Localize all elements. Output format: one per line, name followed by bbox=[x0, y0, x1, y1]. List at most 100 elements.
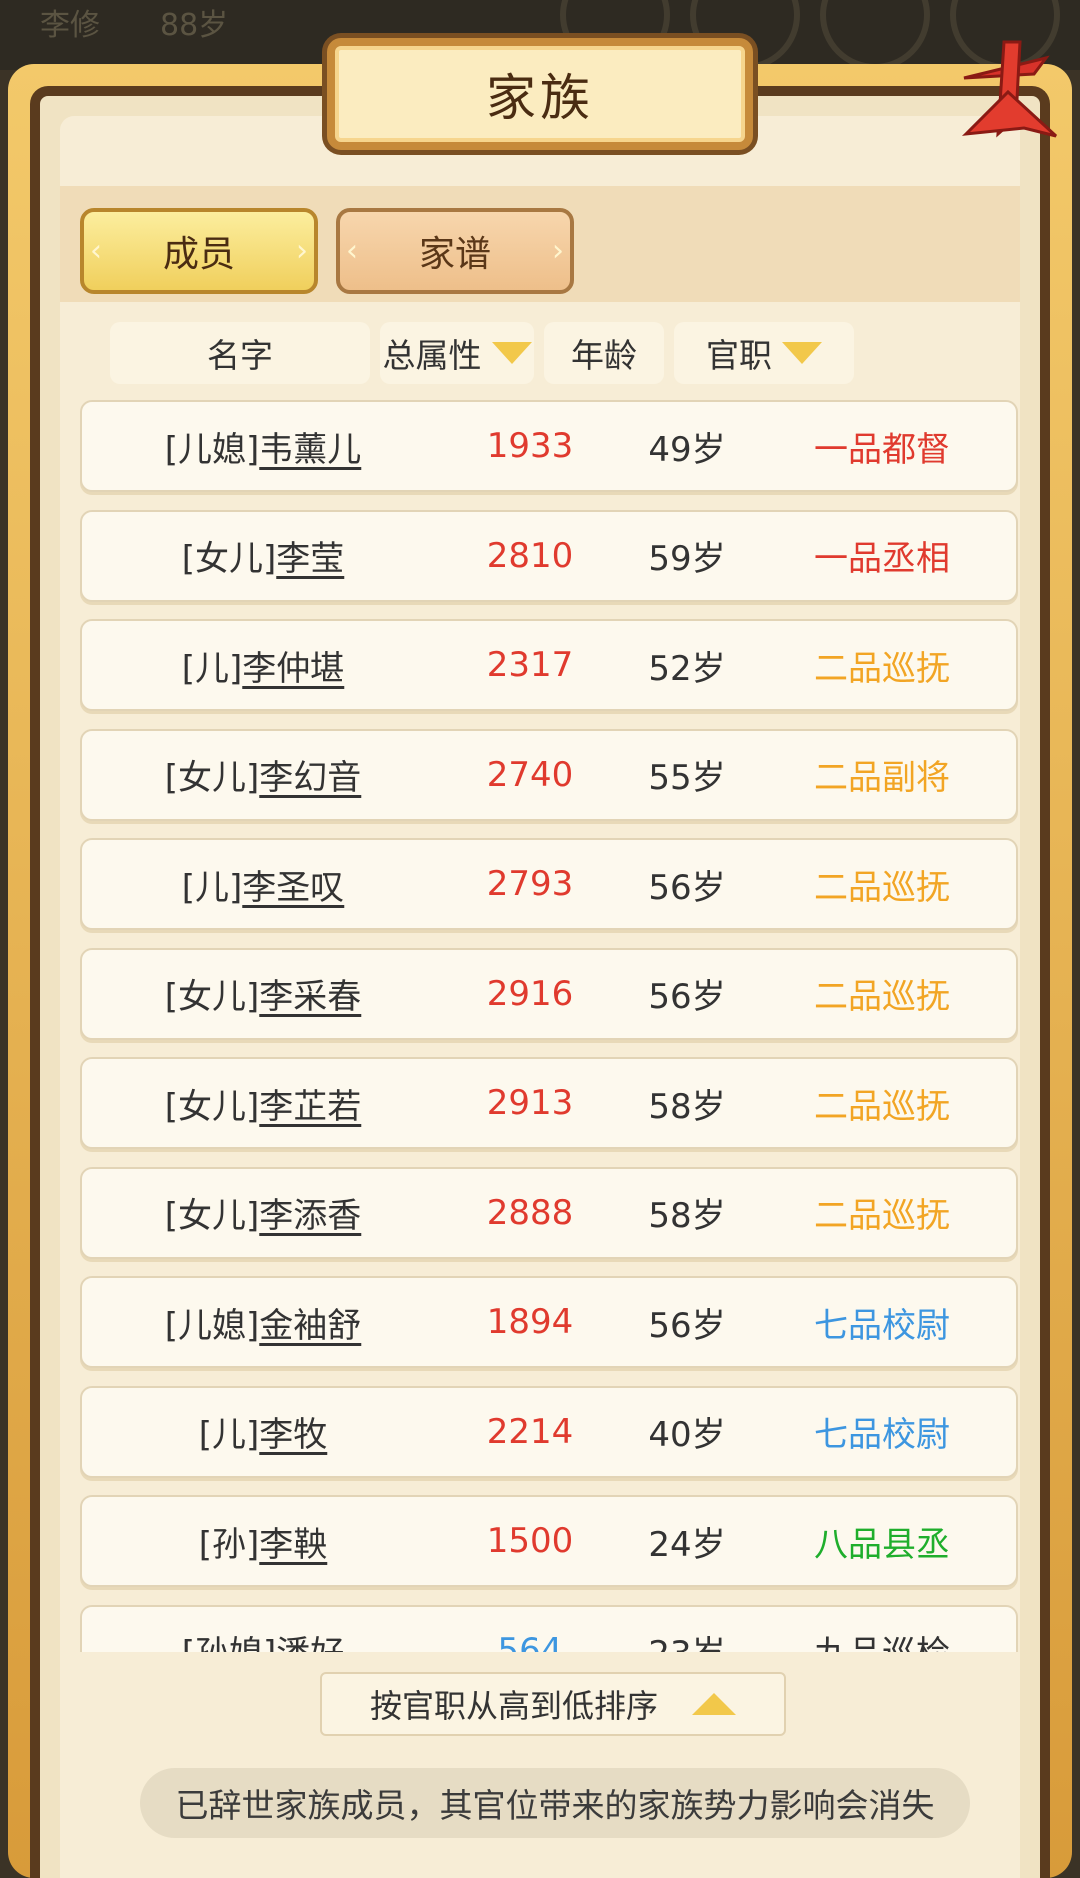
member-name-cell: [女儿] 李芷若 bbox=[82, 1059, 444, 1147]
member-row[interactable]: [儿] 李仲堪 2317 52岁 二品巡抚 bbox=[80, 619, 1018, 711]
tab-genealogy-label: 家谱 bbox=[418, 234, 491, 275]
member-name-cell: [女儿] 李莹 bbox=[82, 512, 444, 600]
sort-down-icon bbox=[491, 342, 532, 364]
member-relation: [孙媳] bbox=[182, 1626, 277, 1652]
member-name-link[interactable]: 李仲堪 bbox=[242, 641, 344, 690]
member-row[interactable]: [孙媳]潘好 564 23岁九品巡检 bbox=[80, 1604, 1018, 1653]
member-name-link[interactable]: 李采春 bbox=[259, 969, 361, 1018]
member-relation: [孙] bbox=[198, 1524, 260, 1565]
member-name-cell: [儿媳] 韦薰儿 bbox=[82, 402, 444, 490]
member-relation: [女儿] bbox=[164, 1196, 260, 1236]
column-header-rank-label: 官职 bbox=[706, 336, 772, 375]
column-header-age: 年龄 bbox=[544, 322, 664, 384]
member-name-link[interactable]: 金袖舒 bbox=[259, 1298, 361, 1347]
notice-bar: 已辞世家族成员，其官位带来的家族势力影响会消失 bbox=[140, 1768, 970, 1838]
title-plaque: 家族 bbox=[327, 38, 753, 150]
member-list[interactable]: [儿媳] 韦薰儿 1933 49岁 一品都督 [女儿] 李莹 2810 59岁 一品丞相 [儿] 李仲… bbox=[80, 400, 1020, 1652]
member-rank: 二品巡抚 bbox=[814, 1086, 950, 1127]
member-attr: 2810 bbox=[486, 535, 574, 576]
member-age: 58岁 bbox=[648, 1086, 726, 1127]
member-relation: [女儿] bbox=[164, 758, 260, 798]
member-name-link[interactable]: 韦薰儿 bbox=[259, 422, 361, 471]
member-name-link[interactable]: 潘好 bbox=[276, 1626, 344, 1652]
member-name-cell: [孙媳]潘好 bbox=[82, 1607, 444, 1652]
member-rank: 七品校尉 bbox=[814, 1415, 950, 1455]
sort-button[interactable]: 按官职从高到低排序 bbox=[320, 1672, 786, 1736]
column-header-name-label: 名字 bbox=[207, 336, 273, 375]
sort-button-label: 按官职从高到低排序 bbox=[369, 1687, 658, 1725]
member-name-cell: [儿] 李仲堪 bbox=[82, 621, 444, 709]
notice-text: 已辞世家族成员，其官位带来的家族势力影响会消失 bbox=[175, 1786, 935, 1825]
member-relation: [儿媳] bbox=[164, 429, 260, 470]
column-header-attr-label: 总属性 bbox=[382, 336, 482, 375]
member-relation: [儿] bbox=[181, 867, 243, 908]
member-attr: 2888 bbox=[486, 1192, 574, 1233]
member-relation: [女儿] bbox=[164, 1086, 260, 1127]
background-status-text: 李修 88岁 bbox=[40, 8, 229, 43]
member-name-cell: [儿] 李牧 bbox=[82, 1388, 444, 1476]
column-header-age-label: 年龄 bbox=[571, 336, 637, 375]
member-name-cell: [女儿] 李采春 bbox=[82, 950, 444, 1038]
member-age: 40岁 bbox=[648, 1415, 726, 1455]
member-age: 24岁 bbox=[648, 1524, 726, 1565]
tab-members-label: 成员 bbox=[162, 234, 235, 275]
member-name-link[interactable]: 李芷若 bbox=[259, 1079, 361, 1128]
member-rank: 二品巡抚 bbox=[814, 977, 950, 1017]
member-attr: 1933 bbox=[486, 426, 574, 466]
tab-bar: ‹ 成员 › ‹ 家谱 › bbox=[60, 186, 1020, 302]
member-rank: 七品校尉 bbox=[814, 1305, 950, 1346]
member-name-cell: [女儿] 李幻音 bbox=[82, 731, 444, 819]
member-row[interactable]: [女儿] 李幻音 2740 55岁 二品副将 bbox=[80, 728, 1018, 821]
member-row[interactable]: [儿] 李圣叹 2793 56岁 二品巡抚 bbox=[80, 838, 1018, 930]
member-name-link[interactable]: 李牧 bbox=[259, 1407, 327, 1456]
member-name-cell: [儿] 李圣叹 bbox=[82, 840, 444, 928]
member-name-link[interactable]: 李莹 bbox=[276, 531, 344, 580]
member-name-cell: [儿媳] 金袖舒 bbox=[82, 1278, 444, 1366]
dialog-panel: ‹ 成员 › ‹ 家谱 › 名字 总属性 年龄 官职 [儿媳] 韦薰儿 1933… bbox=[60, 116, 1020, 1878]
member-name-cell: [女儿] 李添香 bbox=[82, 1169, 444, 1257]
chevron-right-icon: › bbox=[296, 233, 308, 269]
member-rank: 二品巡抚 bbox=[814, 648, 950, 689]
tab-members[interactable]: ‹ 成员 › bbox=[80, 208, 318, 294]
member-age: 52岁 bbox=[648, 648, 726, 689]
member-row[interactable]: [儿媳] 金袖舒 1894 56岁 七品校尉 bbox=[80, 1276, 1018, 1368]
member-row[interactable]: [儿媳] 韦薰儿 1933 49岁 一品都督 bbox=[80, 400, 1018, 492]
chevron-left-icon: ‹ bbox=[346, 233, 358, 269]
column-header-attr[interactable]: 总属性 bbox=[380, 322, 534, 384]
member-attr: 564 bbox=[497, 1630, 563, 1653]
member-row[interactable]: [女儿] 李莹 2810 59岁 一品丞相 bbox=[80, 509, 1018, 602]
family-dialog: ‹ 成员 › ‹ 家谱 › 名字 总属性 年龄 官职 [儿媳] 韦薰儿 1933… bbox=[8, 64, 1072, 1878]
tab-genealogy[interactable]: ‹ 家谱 › bbox=[336, 208, 574, 294]
member-attr: 2916 bbox=[486, 973, 574, 1014]
close-button[interactable] bbox=[946, 38, 1066, 156]
member-row[interactable]: [女儿] 李添香 2888 58岁 二品巡抚 bbox=[80, 1166, 1018, 1259]
member-attr: 2214 bbox=[486, 1411, 574, 1452]
member-attr: 2793 bbox=[486, 864, 574, 904]
member-rank: 二品巡抚 bbox=[814, 1196, 950, 1236]
column-headers: 名字 总属性 年龄 官职 bbox=[110, 322, 1006, 384]
member-attr: 1500 bbox=[486, 1521, 574, 1561]
member-row[interactable]: [女儿] 李采春 2916 56岁 二品巡抚 bbox=[80, 947, 1018, 1040]
close-icon bbox=[961, 40, 1058, 138]
member-relation: [儿媳] bbox=[164, 1305, 260, 1346]
member-relation: [儿] bbox=[181, 648, 243, 689]
chevron-right-icon: › bbox=[552, 233, 564, 269]
member-rank: 八品县丞 bbox=[814, 1524, 950, 1565]
member-name-link[interactable]: 李圣叹 bbox=[242, 860, 344, 909]
member-name-link[interactable]: 李添香 bbox=[259, 1188, 361, 1237]
sort-up-icon bbox=[692, 1693, 736, 1715]
member-age: 56岁 bbox=[648, 867, 726, 908]
background-letter-icon bbox=[820, 0, 930, 70]
member-name-cell: [孙] 李鞅 bbox=[82, 1497, 444, 1585]
column-header-rank[interactable]: 官职 bbox=[674, 322, 854, 384]
member-name-link[interactable]: 李鞅 bbox=[259, 1517, 327, 1566]
member-rank: 九品巡检 bbox=[772, 1607, 992, 1652]
member-row[interactable]: [孙] 李鞅 1500 24岁 八品县丞 bbox=[80, 1495, 1018, 1587]
member-row[interactable]: [儿] 李牧 2214 40岁 七品校尉 bbox=[80, 1385, 1018, 1478]
member-rank: 二品副将 bbox=[814, 758, 950, 798]
member-attr: 2740 bbox=[486, 754, 574, 795]
member-row[interactable]: [女儿] 李芷若 2913 58岁 二品巡抚 bbox=[80, 1057, 1018, 1149]
member-name-link[interactable]: 李幻音 bbox=[259, 750, 361, 799]
column-header-name: 名字 bbox=[110, 322, 370, 384]
member-attr: 1894 bbox=[486, 1302, 574, 1342]
